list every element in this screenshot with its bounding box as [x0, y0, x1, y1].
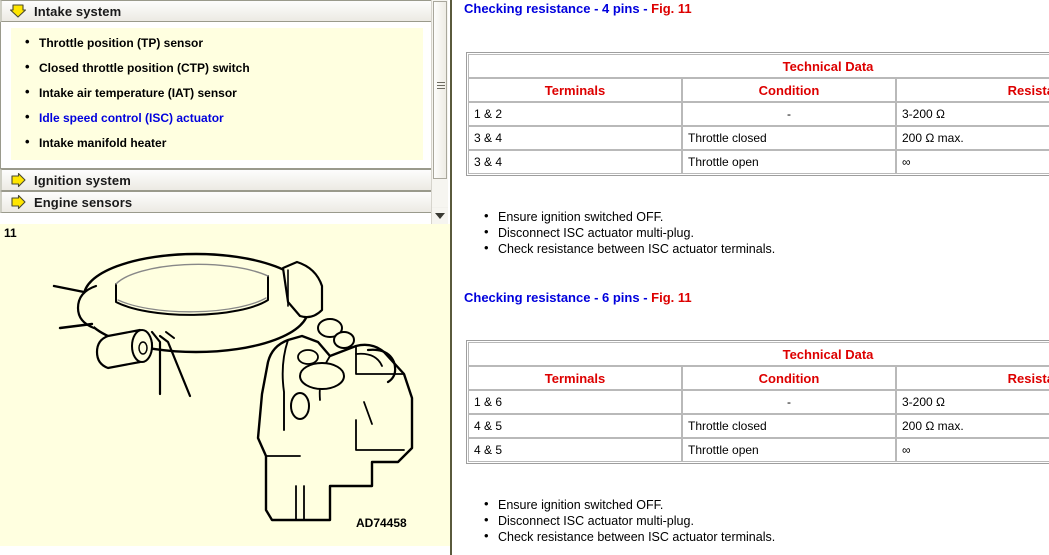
cell-terminals: 4 & 5	[468, 414, 682, 438]
table-row: 3 & 4 Throttle open ∞	[468, 150, 1049, 174]
scrollbar-track[interactable]	[432, 0, 448, 207]
technical-data-table-6-pins: Technical Data Terminals Condition Resis…	[468, 342, 1049, 462]
cell-condition: -	[682, 390, 896, 414]
cell-terminals: 4 & 5	[468, 438, 682, 462]
cell-terminals: 3 & 4	[468, 150, 682, 174]
list-item[interactable]: Intake air temperature (IAT) sensor	[21, 85, 417, 100]
accordion-pane: Intake system Throttle position (TP) sen…	[0, 0, 450, 224]
heading-pins-text: 4 pins	[602, 1, 640, 16]
column-header-condition: Condition	[682, 78, 896, 102]
column-header-resistance: Resistance	[896, 366, 1049, 390]
list-item[interactable]: Intake manifold heater	[21, 135, 417, 150]
section-heading-6-pins: Checking resistance - 6 pins - Fig. 11	[464, 290, 692, 305]
table-row: 1 & 2 - 3-200 Ω	[468, 102, 1049, 126]
heading-main-text: Checking resistance	[464, 290, 591, 305]
accordion-header-engine-sensors[interactable]: Engine sensors	[0, 191, 434, 213]
table-header-row: Terminals Condition Resistance	[468, 78, 1049, 102]
column-header-resistance: Resistance	[896, 78, 1049, 102]
table-title-row: Technical Data	[468, 54, 1049, 78]
left-column: Intake system Throttle position (TP) sen…	[0, 0, 452, 555]
list-item[interactable]: Closed throttle position (CTP) switch	[21, 60, 417, 75]
table-header-row: Terminals Condition Resistance	[468, 366, 1049, 390]
accordion-list: Intake system Throttle position (TP) sen…	[0, 0, 434, 224]
accordion-body-intake-system: Throttle position (TP) sensor Closed thr…	[0, 22, 434, 169]
heading-pins-text: 6 pins	[602, 290, 640, 305]
scrollbar-thumb[interactable]	[433, 1, 447, 179]
accordion-section-engine-sensors: Engine sensors	[0, 191, 434, 213]
column-header-terminals: Terminals	[468, 78, 682, 102]
note-item: Ensure ignition switched OFF.	[482, 208, 775, 225]
cell-resistance: ∞	[896, 438, 1049, 462]
heading-separator: -	[590, 1, 603, 16]
accordion-title: Intake system	[34, 3, 122, 19]
note-item: Check resistance between ISC actuator te…	[482, 528, 775, 545]
procedure-notes-4-pins: Ensure ignition switched OFF. Disconnect…	[482, 208, 775, 257]
content-column: Checking resistance - 4 pins - Fig. 11 T…	[454, 0, 1049, 555]
cell-resistance: ∞	[896, 150, 1049, 174]
cell-terminals: 1 & 6	[468, 390, 682, 414]
cell-condition: Throttle closed	[682, 414, 896, 438]
procedure-notes-6-pins: Ensure ignition switched OFF. Disconnect…	[482, 496, 775, 545]
table-title: Technical Data	[468, 54, 1049, 78]
accordion-title: Engine sensors	[34, 194, 133, 210]
figure-bottom-strip	[0, 546, 450, 555]
heading-separator: -	[639, 1, 652, 16]
table-row: 1 & 6 - 3-200 Ω	[468, 390, 1049, 414]
cell-resistance: 3-200 Ω	[896, 390, 1049, 414]
list-item[interactable]: Throttle position (TP) sensor	[21, 35, 417, 50]
accordion-section-ignition-system: Ignition system	[0, 169, 434, 191]
cell-resistance: 3-200 Ω	[896, 102, 1049, 126]
note-item: Disconnect ISC actuator multi-plug.	[482, 224, 775, 241]
note-item: Ensure ignition switched OFF.	[482, 496, 775, 513]
application-window: Intake system Throttle position (TP) sen…	[0, 0, 1049, 555]
cell-resistance: 200 Ω max.	[896, 126, 1049, 150]
column-header-terminals: Terminals	[468, 366, 682, 390]
table-row: 3 & 4 Throttle closed 200 Ω max.	[468, 126, 1049, 150]
cell-terminals: 1 & 2	[468, 102, 682, 126]
cell-terminals: 3 & 4	[468, 126, 682, 150]
technical-data-table-wrapper-6-pins: Technical Data Terminals Condition Resis…	[466, 340, 1049, 464]
table-row: 4 & 5 Throttle open ∞	[468, 438, 1049, 462]
table-row: 4 & 5 Throttle closed 200 Ω max.	[468, 414, 1049, 438]
scrollbar-grip-icon	[437, 82, 445, 89]
intake-system-item-list: Throttle position (TP) sensor Closed thr…	[21, 35, 417, 150]
section-heading-4-pins: Checking resistance - 4 pins - Fig. 11	[464, 1, 692, 16]
list-item-active-link[interactable]: Idle speed control (ISC) actuator	[21, 110, 417, 125]
technical-data-table-wrapper-4-pins: Technical Data Terminals Condition Resis…	[466, 52, 1049, 176]
heading-figure-reference: Fig. 11	[651, 290, 692, 305]
cell-condition: Throttle open	[682, 438, 896, 462]
column-header-condition: Condition	[682, 366, 896, 390]
heading-main-text: Checking resistance	[464, 1, 591, 16]
chevron-down-arrow-icon	[9, 3, 28, 19]
heading-figure-reference: Fig. 11	[651, 1, 692, 16]
isc-actuator-diagram: Ω Ω 1 6 1 4 AD74458	[52, 252, 414, 530]
cell-resistance: 200 Ω max.	[896, 414, 1049, 438]
note-item: Disconnect ISC actuator multi-plug.	[482, 512, 775, 529]
accordion-section-intake-system: Intake system Throttle position (TP) sen…	[0, 0, 434, 169]
accordion-scrollbar[interactable]	[431, 0, 448, 224]
note-item: Check resistance between ISC actuator te…	[482, 240, 775, 257]
accordion-title: Ignition system	[34, 172, 131, 188]
figure-pane: 11 AD74458	[0, 224, 450, 546]
heading-separator: -	[639, 290, 652, 305]
accordion-item-container: Throttle position (TP) sensor Closed thr…	[11, 28, 423, 160]
accordion-header-ignition-system[interactable]: Ignition system	[0, 169, 434, 191]
table-title: Technical Data	[468, 342, 1049, 366]
triangle-down-icon	[435, 213, 445, 219]
cell-condition: -	[682, 102, 896, 126]
heading-separator: -	[590, 290, 603, 305]
cell-condition: Throttle open	[682, 150, 896, 174]
drawing-code-label: AD74458	[356, 516, 407, 530]
scrollbar-down-button[interactable]	[432, 208, 448, 224]
accordion-header-intake-system[interactable]: Intake system	[0, 0, 434, 22]
cell-condition: Throttle closed	[682, 126, 896, 150]
technical-data-table-4-pins: Technical Data Terminals Condition Resis…	[468, 54, 1049, 174]
chevron-right-arrow-icon	[10, 194, 28, 210]
table-title-row: Technical Data	[468, 342, 1049, 366]
chevron-right-arrow-icon	[10, 172, 28, 188]
